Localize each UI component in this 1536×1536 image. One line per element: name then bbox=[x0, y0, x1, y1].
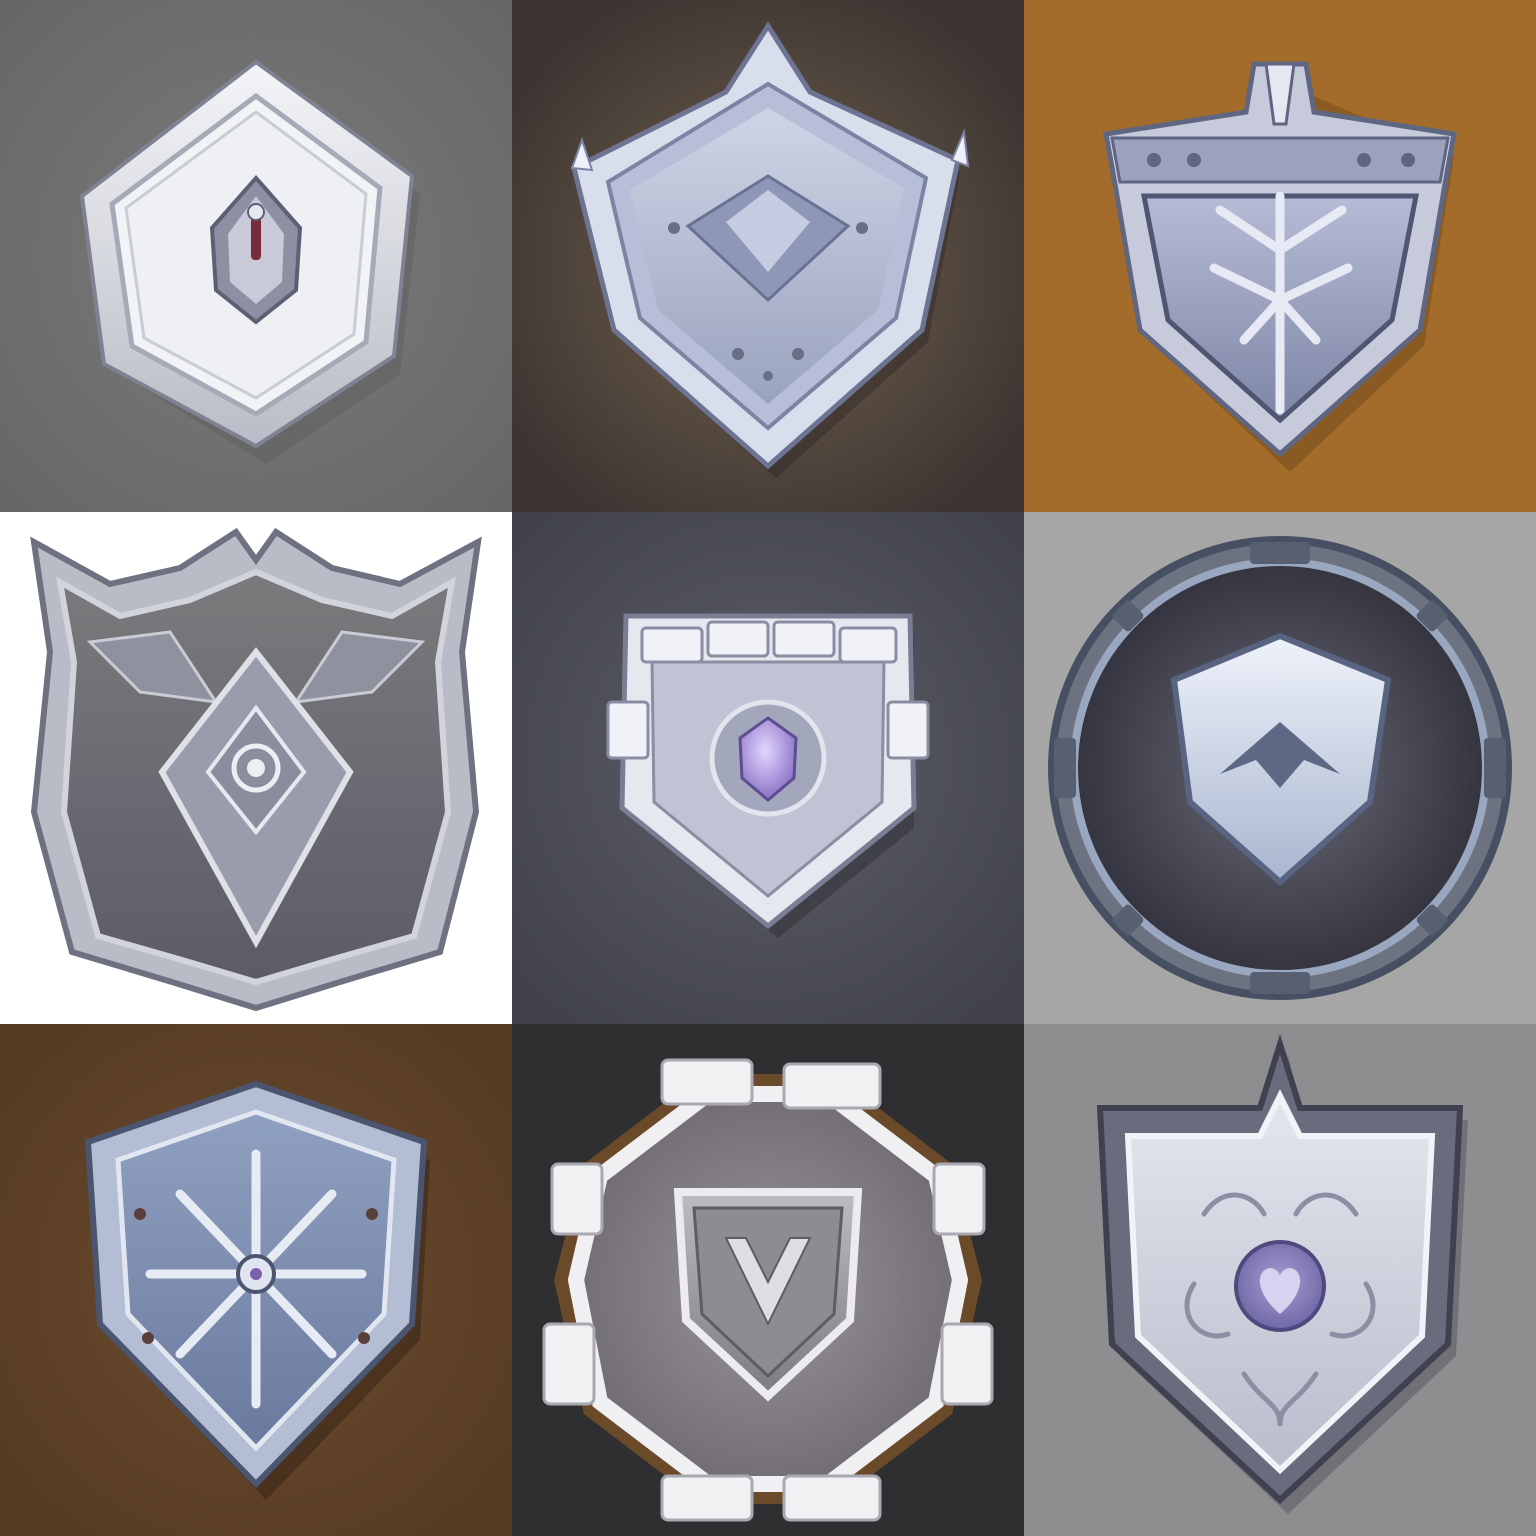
shield-5-icon bbox=[512, 512, 1024, 1024]
shield-2-icon bbox=[512, 0, 1024, 512]
shield-4-icon bbox=[0, 512, 512, 1024]
shield-cell-3[interactable] bbox=[1024, 0, 1536, 512]
shield-cell-6[interactable] bbox=[1024, 512, 1536, 1024]
shield-cell-5[interactable] bbox=[512, 512, 1024, 1024]
shield-1-icon bbox=[0, 0, 512, 512]
shield-7-icon bbox=[0, 1024, 512, 1536]
shield-cell-1[interactable] bbox=[0, 0, 512, 512]
shield-cell-4[interactable] bbox=[0, 512, 512, 1024]
shield-cell-9[interactable] bbox=[1024, 1024, 1536, 1536]
shield-6-icon bbox=[1024, 512, 1536, 1024]
shield-cell-7[interactable] bbox=[0, 1024, 512, 1536]
shield-9-icon bbox=[1024, 1024, 1536, 1536]
shield-3-icon bbox=[1024, 0, 1536, 512]
shield-cell-2[interactable] bbox=[512, 0, 1024, 512]
shield-8-icon bbox=[512, 1024, 1024, 1536]
shield-cell-8[interactable] bbox=[512, 1024, 1024, 1536]
shield-icon-grid bbox=[0, 0, 1536, 1536]
